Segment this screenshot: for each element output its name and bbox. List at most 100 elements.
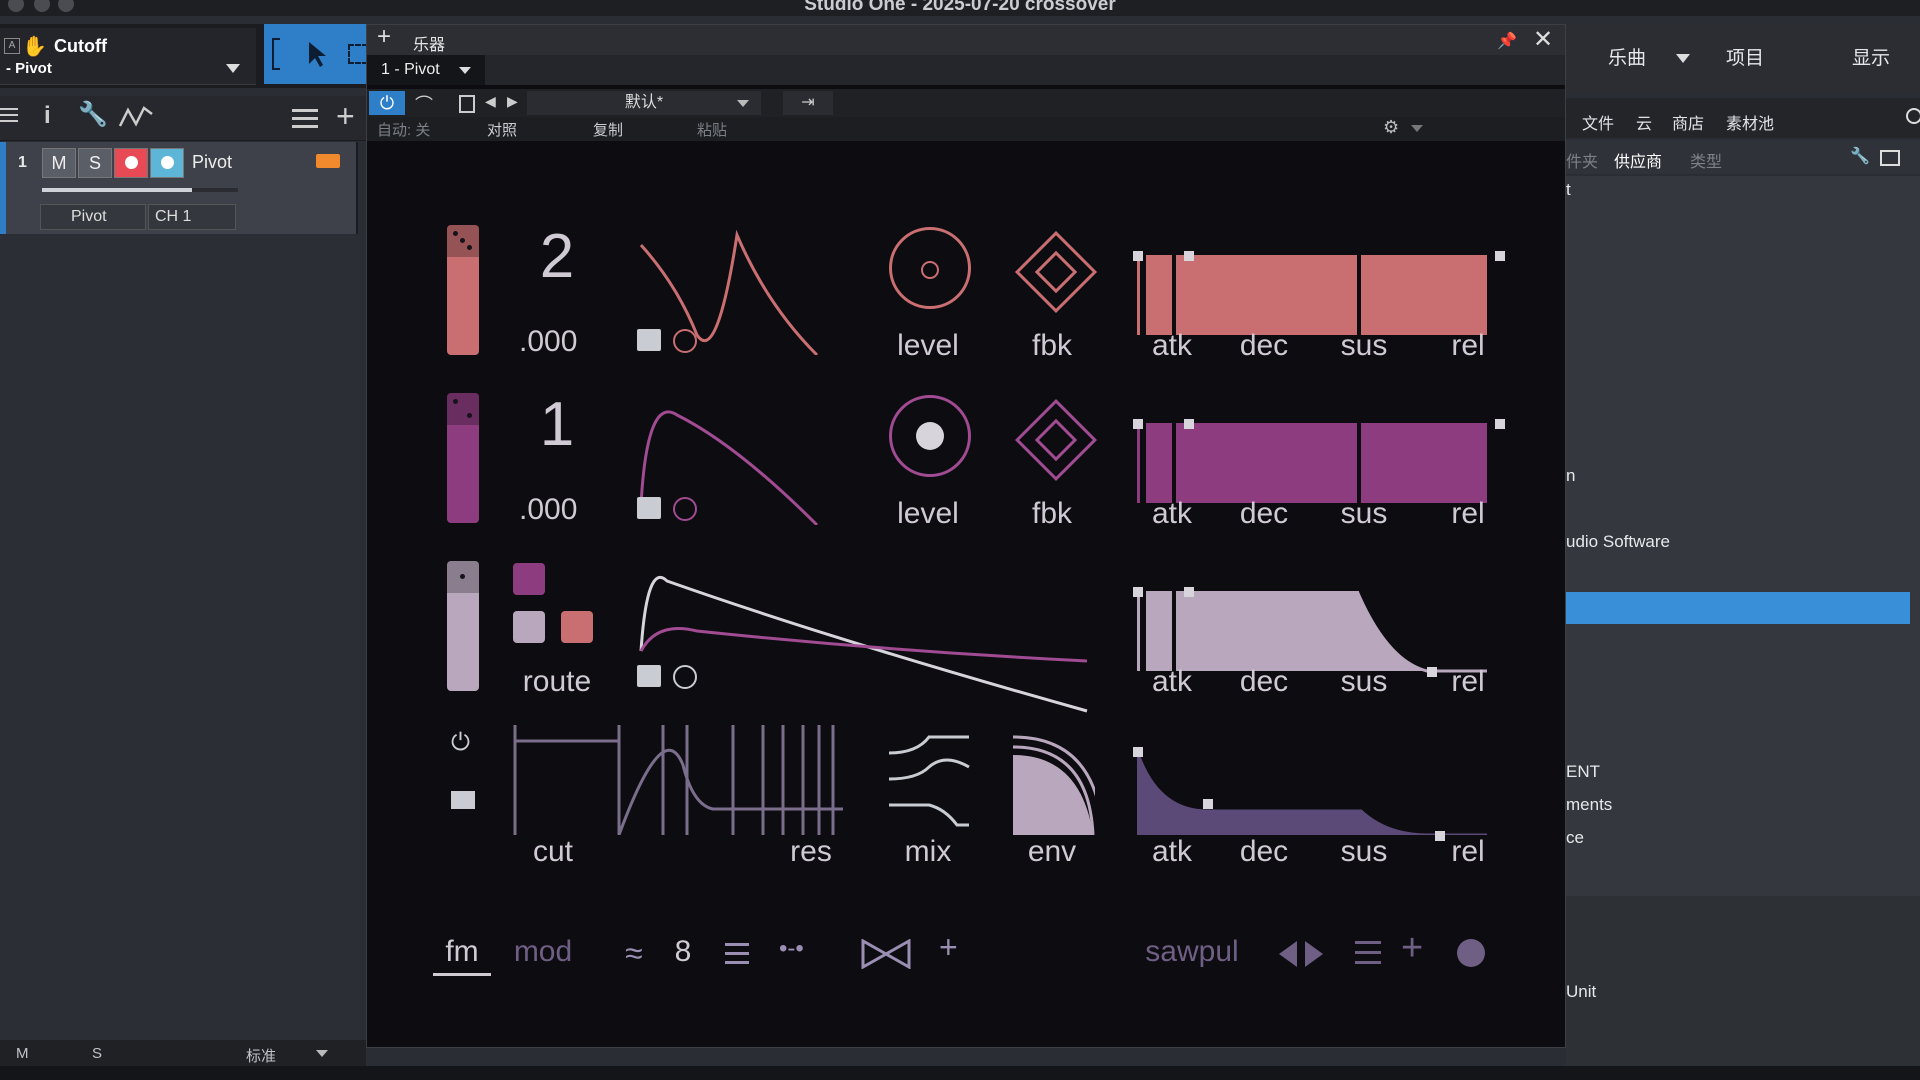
footer-s-button[interactable]: S (92, 1045, 102, 1062)
subtab-folder[interactable]: 件夹 (1566, 148, 1598, 172)
filter-power-icon[interactable]: ⏻ (451, 729, 470, 757)
chevron-down-icon[interactable] (737, 100, 749, 107)
list-item[interactable]: ce (1566, 828, 1584, 848)
track-header[interactable]: 1 M S Pivot Pivot CH 1 (0, 142, 358, 234)
chevron-down-icon[interactable] (1676, 54, 1690, 63)
env-handle[interactable] (1495, 419, 1505, 429)
operator-1-bar[interactable] (447, 225, 479, 355)
monitor-button[interactable] (150, 148, 184, 178)
tab-shop[interactable]: 商店 (1672, 110, 1704, 134)
operator-2-bar[interactable] (447, 393, 479, 523)
op1-waveform[interactable] (637, 225, 837, 355)
route-op1-icon[interactable] (561, 611, 593, 643)
list-item[interactable]: ments (1566, 795, 1612, 815)
volume-slider[interactable] (42, 188, 238, 192)
env-handle[interactable] (1184, 251, 1194, 261)
add-icon[interactable]: + (1401, 927, 1423, 970)
mix-control[interactable] (887, 725, 971, 835)
subtab-type[interactable]: 类型 (1690, 148, 1722, 172)
list-item[interactable]: udio Software (1566, 532, 1670, 552)
wrench-icon[interactable]: 🔧 (1850, 146, 1870, 166)
list-item[interactable]: t (1566, 180, 1571, 200)
op2-envelope[interactable] (1137, 423, 1487, 503)
pin-icon[interactable]: 📌 (1497, 31, 1517, 51)
op1-timer-icon[interactable] (673, 329, 697, 353)
close-icon[interactable]: ✕ (1533, 25, 1553, 54)
footer-mode-select[interactable]: 标准 (246, 1045, 276, 1066)
info-icon[interactable]: i (44, 102, 51, 130)
route-op3-icon[interactable] (513, 611, 545, 643)
menu-show[interactable]: 显示 (1852, 24, 1890, 94)
compare-button[interactable]: 对照 (487, 119, 517, 140)
mod-tab[interactable]: mod (503, 935, 583, 969)
menu-project[interactable]: 项目 (1726, 24, 1764, 94)
chevron-down-icon[interactable] (226, 64, 240, 73)
auto-toggle[interactable]: 自动: 关 (377, 119, 430, 140)
chevron-down-icon[interactable] (1411, 125, 1423, 132)
solo-button[interactable]: S (78, 148, 112, 178)
add-track-icon[interactable]: + (336, 98, 355, 135)
bracket-tool-icon[interactable] (272, 38, 280, 70)
level-knob[interactable] (889, 227, 971, 309)
prev-preset-icon[interactable]: ◀ (485, 93, 496, 110)
op1-envelope[interactable] (1137, 255, 1487, 335)
env-handle[interactable] (1184, 587, 1194, 597)
list-item[interactable]: Unit (1566, 982, 1596, 1002)
menu-icon[interactable] (1355, 941, 1381, 944)
env-handle[interactable] (1184, 419, 1194, 429)
menu-song[interactable]: 乐曲 (1608, 24, 1646, 94)
tuning-icon[interactable]: + (939, 929, 958, 966)
wave-prev-next-icon[interactable] (1277, 939, 1325, 969)
wave-preset[interactable]: sawpul (1137, 935, 1247, 969)
route-op2-icon[interactable] (513, 563, 545, 595)
list-item[interactable]: n (1566, 466, 1575, 486)
instrument-keyboard-icon[interactable] (316, 154, 340, 168)
range-tool-icon[interactable] (348, 44, 368, 64)
instrument-select[interactable]: Pivot (40, 204, 146, 230)
instance-select[interactable]: 1 - Pivot (367, 55, 485, 85)
filter-envelope[interactable] (1137, 751, 1497, 835)
env-handle[interactable] (1133, 747, 1143, 757)
copy-button[interactable]: 复制 (593, 119, 623, 140)
env-amount-control[interactable] (1011, 725, 1095, 835)
document-icon[interactable] (459, 95, 475, 113)
footer-m-button[interactable]: M (16, 1045, 29, 1062)
operator-3-bar[interactable] (447, 561, 479, 691)
env-handle[interactable] (1495, 251, 1505, 261)
list-item[interactable]: ENT (1566, 762, 1600, 782)
stereo-width-icon[interactable] (861, 939, 911, 969)
gear-icon[interactable]: ⚙ (1383, 117, 1399, 138)
next-preset-icon[interactable]: ▶ (507, 93, 518, 110)
search-icon[interactable] (1906, 108, 1920, 124)
voice-count[interactable]: 8 (667, 935, 699, 969)
window-icon[interactable] (1880, 150, 1900, 166)
op3-envelope[interactable] (1137, 591, 1359, 671)
env-handle[interactable] (1203, 799, 1213, 809)
parameter-display[interactable]: A ✋ Cutoff - Pivot (0, 28, 256, 85)
record-button[interactable] (114, 148, 148, 178)
tool-selector[interactable] (264, 24, 368, 84)
list-icon[interactable] (0, 108, 18, 110)
paste-button[interactable]: 粘贴 (697, 119, 727, 140)
subtab-vendor[interactable]: 供应商 (1614, 148, 1662, 172)
track-name[interactable]: Pivot (192, 152, 232, 173)
op2-waveform[interactable] (637, 395, 837, 525)
preset-select[interactable]: 默认* (527, 91, 761, 115)
download-icon[interactable] (637, 497, 661, 519)
unison-icon[interactable] (725, 943, 749, 946)
download-icon[interactable] (637, 665, 661, 687)
env-handle[interactable] (1133, 587, 1143, 597)
approx-icon[interactable]: ≈ (625, 935, 643, 972)
filter-display[interactable] (513, 725, 843, 835)
power-icon[interactable]: ⏻ (369, 91, 405, 115)
fbk-knob[interactable] (1014, 398, 1098, 482)
env-handle[interactable] (1133, 251, 1143, 261)
track-list-icon[interactable] (292, 109, 318, 112)
op2-ratio[interactable]: 1 (517, 389, 597, 460)
mute-button[interactable]: M (42, 148, 76, 178)
fm-tab[interactable]: fm (433, 935, 491, 976)
arrow-tool-icon[interactable] (306, 40, 328, 68)
add-icon[interactable]: + (377, 23, 391, 51)
tab-files[interactable]: 文件 (1582, 110, 1614, 134)
channel-select[interactable]: CH 1 (148, 204, 236, 230)
